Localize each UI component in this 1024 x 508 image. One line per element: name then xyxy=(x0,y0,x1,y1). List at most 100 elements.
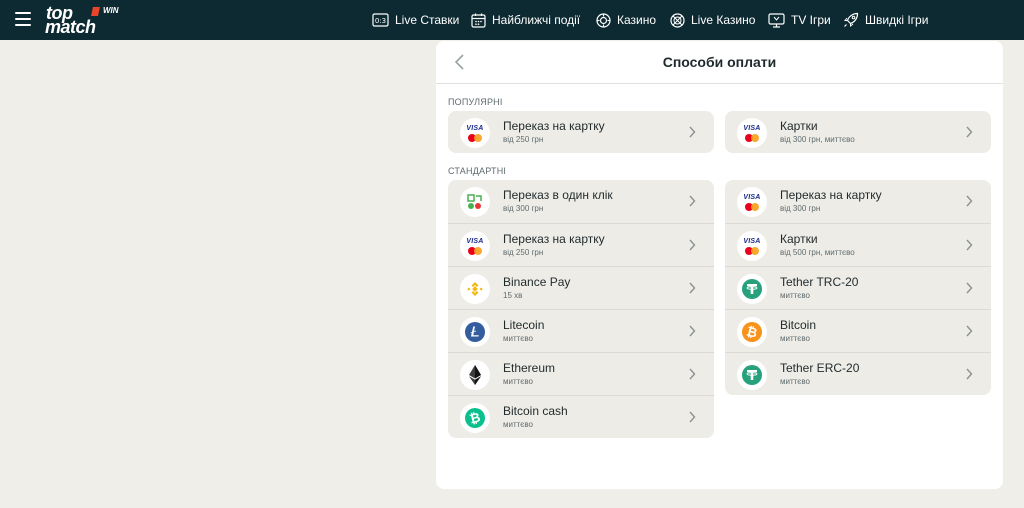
payment-option-name: Litecoin xyxy=(503,318,545,332)
scoreboard-icon: 0:3 xyxy=(372,13,389,27)
payment-option-tether-trc20[interactable]: Tether TRC-20 миттєво xyxy=(725,266,991,309)
visa-mastercard-icon: VISA xyxy=(460,231,490,261)
chevron-right-icon xyxy=(966,195,973,207)
payment-option-card-transfer[interactable]: VISA Переказ на картку від 250 грн xyxy=(448,111,714,153)
ethereum-icon xyxy=(460,360,490,390)
chevron-right-icon xyxy=(966,325,973,337)
payment-option-note: від 300 грн xyxy=(780,204,821,213)
payment-option-ethereum[interactable]: Ethereum миттєво xyxy=(448,352,714,395)
visa-mark: VISA xyxy=(743,193,761,201)
logo-word-win: WIN xyxy=(103,6,119,15)
payment-option-name: Tether TRC-20 xyxy=(780,275,859,289)
payment-option-cards[interactable]: VISA Картки від 300 грн, миттєво xyxy=(725,111,991,153)
payment-option-note: миттєво xyxy=(503,420,533,429)
payment-option-name: Binance Pay xyxy=(503,275,571,289)
payment-option-name: Картки xyxy=(780,232,818,246)
nav-label: TV Ігри xyxy=(791,13,831,27)
payment-option-binance-pay[interactable]: Binance Pay 15 хв xyxy=(448,266,714,309)
visa-mark: VISA xyxy=(466,237,484,245)
panel-header: Способи оплати xyxy=(436,41,1003,84)
payment-option-note: від 300 грн, миттєво xyxy=(780,135,855,144)
nav-label: Швидкі Ігри xyxy=(865,13,929,27)
chevron-right-icon xyxy=(689,368,696,380)
payment-option-card-transfer[interactable]: VISA Переказ на картку від 250 грн xyxy=(448,223,714,266)
visa-mastercard-icon: VISA xyxy=(737,187,767,217)
section-standard-label: Стандартні xyxy=(448,166,507,176)
payment-option-name: Ethereum xyxy=(503,361,556,375)
logo-word-match: match xyxy=(45,17,96,37)
payment-option-note: 15 хв xyxy=(503,291,523,300)
payment-option-bitcoin-cash[interactable]: ₿ Bitcoin cash миттєво xyxy=(448,395,714,438)
payment-option-litecoin[interactable]: Litecoin миттєво xyxy=(448,309,714,352)
payment-option-name: Переказ на картку xyxy=(503,232,605,246)
popular-card-left: VISA Переказ на картку від 250 грн xyxy=(448,111,714,153)
chevron-right-icon xyxy=(689,195,696,207)
binance-icon xyxy=(460,274,490,304)
casino-chip-icon xyxy=(596,12,611,28)
chevron-right-icon xyxy=(966,282,973,294)
chevron-right-icon xyxy=(966,239,973,251)
visa-mastercard-icon: VISA xyxy=(460,118,490,148)
bitcoin-cash-icon: ₿ xyxy=(460,403,490,433)
payment-option-note: від 500 грн, миттєво xyxy=(780,248,855,257)
chevron-right-icon xyxy=(689,325,696,337)
payment-option-card-transfer[interactable]: VISA Переказ на картку від 300 грн xyxy=(725,180,991,223)
payment-option-note: від 250 грн xyxy=(503,248,544,257)
payment-option-name: Bitcoin xyxy=(780,318,817,332)
nav-live-casino[interactable]: Live Казино xyxy=(670,0,755,40)
payment-option-note: миттєво xyxy=(503,377,533,386)
logo-flag-icon xyxy=(91,7,100,16)
payment-option-note: миттєво xyxy=(503,334,533,343)
live-casino-icon xyxy=(670,12,685,28)
nav-upcoming-events[interactable]: Найближчі події xyxy=(471,0,580,40)
tv-icon xyxy=(768,12,785,28)
chevron-right-icon xyxy=(966,126,973,138)
chevron-right-icon xyxy=(689,239,696,251)
top-navigation-bar: top WIN match 0:3 Live Ставки Найближчі … xyxy=(0,0,1024,40)
one-click-icon xyxy=(460,187,490,217)
payment-option-name: Переказ на картку xyxy=(503,119,605,133)
nav-fast-games[interactable]: Швидкі Ігри xyxy=(843,0,928,40)
hamburger-menu-icon[interactable] xyxy=(15,12,31,26)
chevron-right-icon xyxy=(689,282,696,294)
bitcoin-icon: ₿ xyxy=(737,317,767,347)
payment-option-note: від 300 грн xyxy=(503,204,544,213)
visa-mark: VISA xyxy=(466,124,484,132)
brand-logo[interactable]: top WIN match xyxy=(45,4,125,36)
standard-card-left: Переказ в один клік від 300 грн VISA Пер… xyxy=(448,180,714,438)
nav-label: Казино xyxy=(617,13,657,27)
visa-mark: VISA xyxy=(743,237,761,245)
nav-label: Live Ставки xyxy=(395,13,460,27)
nav-label: Найближчі події xyxy=(492,13,581,27)
popular-card-right: VISA Картки від 300 грн, миттєво xyxy=(725,111,991,153)
standard-card-right: VISA Переказ на картку від 300 грн VISA … xyxy=(725,180,991,395)
payment-option-name: Tether ERC-20 xyxy=(780,361,860,375)
payment-option-note: миттєво xyxy=(780,377,810,386)
payment-option-name: Переказ в один клік xyxy=(503,188,613,202)
payment-option-cards[interactable]: VISA Картки від 500 грн, миттєво xyxy=(725,223,991,266)
chevron-right-icon xyxy=(689,126,696,138)
nav-live-bets[interactable]: 0:3 Live Ставки xyxy=(372,0,459,40)
calendar-icon xyxy=(471,13,486,28)
chevron-right-icon xyxy=(966,368,973,380)
payment-option-name: Bitcoin cash xyxy=(503,404,568,418)
payment-option-tether-erc20[interactable]: Tether ERC-20 миттєво xyxy=(725,352,991,395)
visa-mastercard-icon: VISA xyxy=(737,118,767,148)
nav-label: Live Казино xyxy=(691,13,756,27)
section-popular-label: Популярні xyxy=(448,97,503,107)
payment-option-name: Картки xyxy=(780,119,818,133)
payment-option-bitcoin[interactable]: ₿ Bitcoin миттєво xyxy=(725,309,991,352)
visa-mastercard-icon: VISA xyxy=(737,231,767,261)
payment-option-note: миттєво xyxy=(780,334,810,343)
payment-option-note: від 250 грн xyxy=(503,135,544,144)
rocket-icon xyxy=(843,12,859,28)
nav-casino[interactable]: Казино xyxy=(596,0,656,40)
nav-tv-games[interactable]: TV Ігри xyxy=(768,0,831,40)
payment-option-name: Переказ на картку xyxy=(780,188,882,202)
payment-option-note: миттєво xyxy=(780,291,810,300)
chevron-right-icon xyxy=(689,411,696,423)
litecoin-icon xyxy=(460,317,490,347)
tether-icon xyxy=(737,274,767,304)
svg-text:0:3: 0:3 xyxy=(375,17,386,25)
payment-option-one-click[interactable]: Переказ в один клік від 300 грн xyxy=(448,180,714,223)
